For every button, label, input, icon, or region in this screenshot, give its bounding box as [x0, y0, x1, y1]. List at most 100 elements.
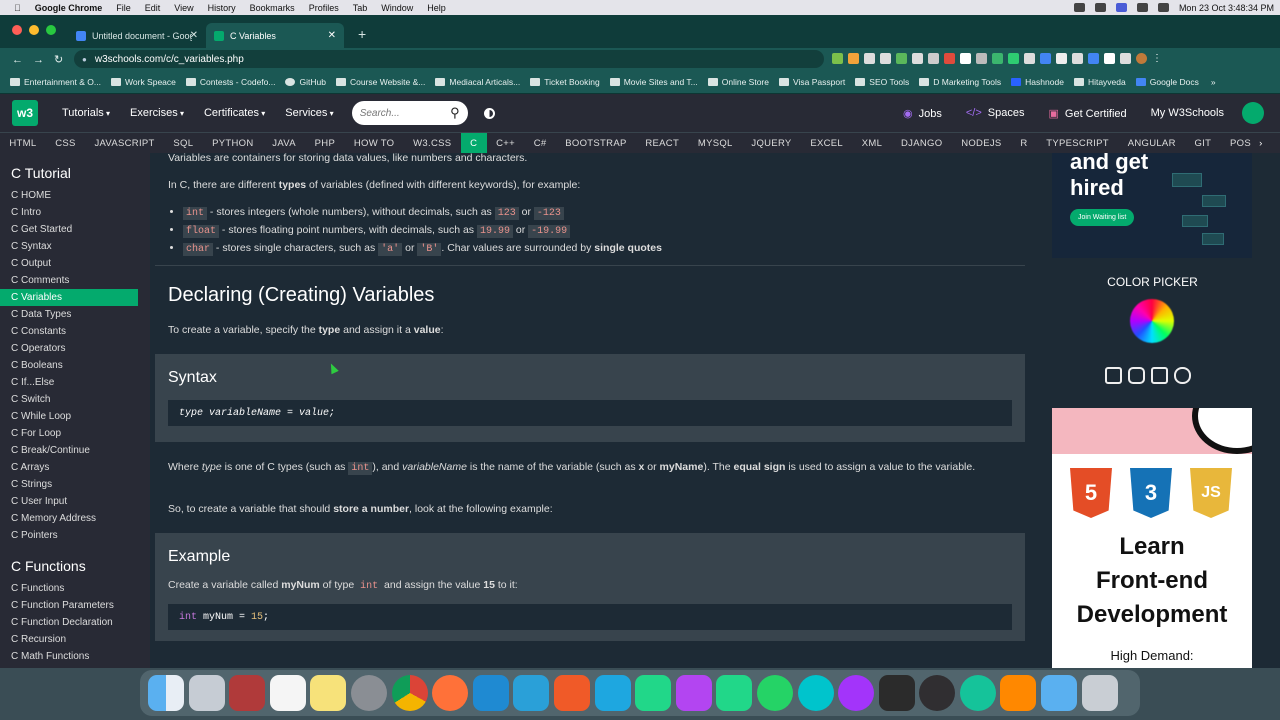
- sidebar-item[interactable]: C Strings: [0, 476, 138, 493]
- back-forward-reload-icons[interactable]: ←→↻: [12, 53, 73, 66]
- page-scrollbar[interactable]: [1270, 153, 1280, 668]
- hired-ad[interactable]: and get hired Join Waiting list: [1052, 153, 1252, 258]
- sidebar-item[interactable]: C Operators: [0, 340, 138, 357]
- sidebar-item[interactable]: C Switch: [0, 391, 138, 408]
- sidebar-item[interactable]: C Break/Continue: [0, 442, 138, 459]
- sidebar-item[interactable]: C Syntax: [0, 238, 138, 255]
- extension-icon[interactable]: [1040, 53, 1051, 64]
- sidebar-item[interactable]: C Functions: [0, 580, 138, 597]
- subnav-typescript[interactable]: TYPESCRIPT: [1037, 133, 1118, 154]
- zoom-window-button[interactable]: [46, 25, 56, 35]
- bookmark-hashnode[interactable]: Hashnode: [1011, 77, 1064, 87]
- color-wheel-icon[interactable]: [1130, 299, 1174, 343]
- bookmark-folder[interactable]: Entertainment & O...: [10, 77, 101, 87]
- bookmark-folder[interactable]: Visa Passport: [778, 77, 845, 87]
- sidebar-item[interactable]: C Arrays: [0, 459, 138, 476]
- bookmark-folder[interactable]: SEO Tools: [855, 77, 909, 87]
- notes-icon[interactable]: [310, 675, 347, 711]
- extension-icon[interactable]: [1024, 53, 1035, 64]
- nav-get-certified[interactable]: ▣ Get Certified: [1048, 107, 1126, 120]
- extension-icon[interactable]: [1104, 53, 1115, 64]
- grammarly-icon[interactable]: [959, 675, 996, 711]
- menu-file[interactable]: File: [116, 3, 131, 13]
- example-code[interactable]: int myNum = 15;: [168, 604, 1012, 630]
- menu-view[interactable]: View: [174, 3, 193, 13]
- sidebar-item[interactable]: C Recursion: [0, 631, 138, 648]
- sidebar-item[interactable]: C Math Functions: [0, 648, 138, 665]
- menubar-app[interactable]: Google Chrome: [35, 3, 103, 13]
- chrome-icon[interactable]: [391, 675, 428, 711]
- subnav-java[interactable]: JAVA: [263, 133, 305, 154]
- extension-icon[interactable]: [944, 53, 955, 64]
- extension-icon[interactable]: [864, 53, 875, 64]
- subnav-javascript[interactable]: JAVASCRIPT: [85, 133, 164, 154]
- subnav-react[interactable]: REACT: [636, 133, 688, 154]
- system-settings-icon[interactable]: [350, 675, 387, 711]
- sidebar-item[interactable]: C Get Started: [0, 221, 138, 238]
- nav-jobs[interactable]: ◉ Jobs: [903, 107, 942, 120]
- more-bookmarks-icon[interactable]: »: [1211, 77, 1216, 87]
- webstorm-icon[interactable]: [594, 675, 631, 711]
- sidebar-item[interactable]: C Comments: [0, 272, 138, 289]
- pycharm-icon[interactable]: [635, 675, 672, 711]
- subnav-nodejs[interactable]: NODEJS: [952, 133, 1011, 154]
- nav-my-w3schools[interactable]: My W3Schools: [1151, 107, 1224, 119]
- sidebar-item[interactable]: C Memory Address: [0, 510, 138, 527]
- clion-icon[interactable]: [716, 675, 753, 711]
- join-waiting-list-button[interactable]: Join Waiting list: [1070, 209, 1135, 226]
- bookmark-folder[interactable]: Movie Sites and T...: [609, 77, 698, 87]
- sidebar-item[interactable]: C Pointers: [0, 527, 138, 544]
- menu-help[interactable]: Help: [427, 3, 446, 13]
- extension-icon[interactable]: [976, 53, 987, 64]
- close-window-button[interactable]: [12, 25, 22, 35]
- tab-c-variables[interactable]: C Variables ✕: [206, 23, 344, 48]
- sidebar-item[interactable]: C Data Types: [0, 306, 138, 323]
- chevron-right-icon[interactable]: ›: [1250, 133, 1272, 154]
- url-text[interactable]: w3schools.com/c/c_variables.php: [95, 54, 244, 65]
- sidebar-item[interactable]: C HOME: [0, 187, 138, 204]
- extension-icon[interactable]: [880, 53, 891, 64]
- finder-icon[interactable]: [148, 675, 184, 711]
- reminders-icon[interactable]: [269, 675, 306, 711]
- close-tab-icon[interactable]: ✕: [190, 30, 198, 41]
- avatar-icon[interactable]: [1136, 53, 1147, 64]
- bookmark-folder[interactable]: Work Speace: [111, 77, 176, 87]
- dictionary-icon[interactable]: [229, 675, 266, 711]
- extension-icon[interactable]: [960, 53, 971, 64]
- sidebar-item[interactable]: C For Loop: [0, 425, 138, 442]
- menu-window[interactable]: Window: [381, 3, 413, 13]
- messenger-icon[interactable]: [838, 675, 875, 711]
- menu-icon[interactable]: ⋮: [1152, 53, 1163, 64]
- sidebar-item[interactable]: C Constants: [0, 323, 138, 340]
- sidebar-item[interactable]: C Function Parameters: [0, 597, 138, 614]
- subnav-django[interactable]: DJANGO: [892, 133, 952, 154]
- wifi-icon[interactable]: [1136, 3, 1148, 12]
- canva-icon[interactable]: [797, 675, 834, 711]
- subnav-python[interactable]: PYTHON: [203, 133, 263, 154]
- subnav-sql[interactable]: SQL: [164, 133, 203, 154]
- lock-icon[interactable]: ●: [82, 55, 87, 64]
- nav-services[interactable]: Services: [285, 107, 333, 119]
- bookmark-folder[interactable]: Course Website &...: [335, 77, 425, 87]
- sidebar-item[interactable]: C If...Else: [0, 374, 138, 391]
- apple-icon[interactable]: : [14, 3, 21, 13]
- theme-toggle-icon[interactable]: [483, 107, 495, 119]
- extension-icon[interactable]: [1088, 53, 1099, 64]
- linkedin-icon[interactable]: [1151, 367, 1168, 384]
- extension-icon[interactable]: [928, 53, 939, 64]
- bookmark-google-docs[interactable]: Google Docs: [1135, 77, 1199, 87]
- status-icon[interactable]: [1073, 3, 1085, 12]
- subnav-angular[interactable]: ANGULAR: [1118, 133, 1185, 154]
- search-icon[interactable]: [1157, 3, 1169, 12]
- facebook-icon[interactable]: [1105, 367, 1122, 384]
- downloads-icon[interactable]: [1041, 675, 1078, 711]
- subnav-mysql[interactable]: MYSQL: [688, 133, 742, 154]
- syntax-code[interactable]: type variableName = value;: [168, 400, 1012, 426]
- subnav-css[interactable]: CSS: [46, 133, 85, 154]
- sidebar-item[interactable]: C Output: [0, 255, 138, 272]
- menu-bookmarks[interactable]: Bookmarks: [250, 3, 295, 13]
- phpstorm-icon[interactable]: [675, 675, 712, 711]
- tab-google-docs[interactable]: Untitled document - Google D ✕: [68, 23, 206, 48]
- status-icon[interactable]: [1115, 3, 1127, 12]
- bookmark-folder[interactable]: Ticket Booking: [530, 77, 600, 87]
